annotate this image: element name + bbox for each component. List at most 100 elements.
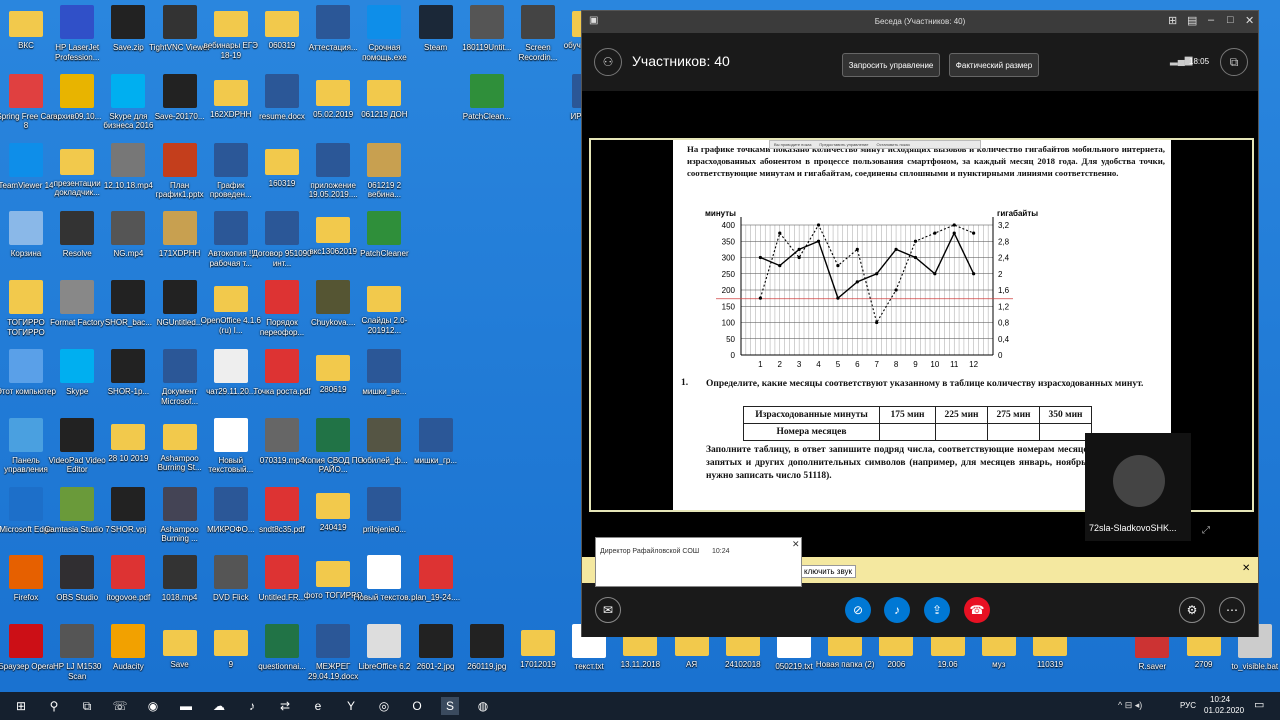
desktop-icon[interactable]: мишки_гр...: [403, 417, 469, 486]
word-icon: [316, 5, 351, 39]
expand-icon[interactable]: ⤢: [1202, 525, 1210, 536]
unmute-button[interactable]: ключить звук: [800, 565, 857, 578]
yandex-icon[interactable]: Y: [342, 697, 360, 715]
maximize-button[interactable]: □: [1227, 14, 1234, 26]
participants-icon[interactable]: ⚇: [594, 48, 622, 76]
opera-icon[interactable]: O: [408, 697, 426, 715]
folder-icon: [111, 423, 146, 450]
word-icon: [316, 624, 351, 659]
actual-size-button[interactable]: Фактический размер: [949, 53, 1039, 77]
x-tick-label: 11: [950, 360, 959, 369]
desktop-icon[interactable]: PatchCleaner: [351, 211, 417, 279]
answer-cell[interactable]: [935, 423, 988, 441]
restore-layout-icon[interactable]: ⊞: [1168, 14, 1177, 27]
folder-icon: [265, 148, 299, 175]
answer-cell[interactable]: [1039, 423, 1092, 441]
y-tick-label: 250: [722, 270, 736, 279]
mic-icon[interactable]: ♪: [243, 697, 261, 715]
close-notice-icon[interactable]: ✕: [1242, 563, 1250, 574]
tray-icons[interactable]: ^ ⊟ ◂): [1118, 700, 1142, 711]
pin-icon[interactable]: ▤: [1187, 14, 1197, 27]
cloud-icon[interactable]: ☁: [210, 697, 228, 715]
device-settings-icon[interactable]: ⚙: [1179, 597, 1205, 623]
meeting-header: ⚇ Участников: 40 Запросить управление Фа…: [582, 33, 1258, 91]
call-controls: ✉ ⊘ ♪ ⇪ ☎ ⚙ ⋯: [582, 583, 1258, 637]
video-icon: [111, 211, 146, 246]
desktop-icon[interactable]: 061219 ДОН: [351, 74, 417, 142]
desktop-icon[interactable]: prilojenie0...: [351, 486, 417, 555]
data-point: [778, 231, 782, 235]
participant-camera-tile[interactable]: 72sla-SladkovoSHK...: [1085, 433, 1191, 541]
obs-icon[interactable]: ◍: [474, 697, 492, 715]
clock-date[interactable]: 01.02.2020: [1204, 706, 1244, 715]
window-title: Беседа (Участников: 40): [874, 17, 966, 26]
x-tick-label: 1: [758, 360, 763, 369]
data-point: [855, 280, 859, 284]
data-point: [875, 272, 879, 276]
hang-up-icon[interactable]: ☎: [964, 597, 990, 623]
teamviewer-icon: [9, 142, 43, 177]
desktop-icon[interactable]: 061219 2 вебина...: [351, 142, 417, 211]
share-screen-icon[interactable]: ⇪: [924, 597, 950, 623]
mic-icon[interactable]: ♪: [884, 597, 910, 623]
word-icon: [265, 211, 299, 246]
task-view-icon[interactable]: ⧉: [78, 697, 96, 715]
data-point: [797, 247, 801, 251]
skype-icon[interactable]: S: [441, 697, 459, 715]
answer-table: Израсходованные минуты 175 мин 225 мин 2…: [743, 406, 1092, 441]
x-tick-label: 5: [836, 360, 841, 369]
patch-icon: [469, 73, 504, 108]
chat-icon[interactable]: ✉: [595, 597, 621, 623]
edge-icon[interactable]: e: [309, 697, 327, 715]
chrome-icon[interactable]: ◎: [375, 697, 393, 715]
vnc-icon: [162, 5, 197, 39]
desktop-icon-label: PatchClean...: [462, 111, 511, 121]
answer-cell[interactable]: [987, 423, 1040, 441]
notifications-icon[interactable]: ▭: [1254, 698, 1264, 711]
steam-icon: [418, 5, 453, 39]
request-control-button[interactable]: Запросить управление: [842, 53, 940, 77]
data-point: [913, 255, 918, 260]
word-icon: [418, 417, 453, 452]
folder-icon[interactable]: ▬: [177, 697, 195, 715]
search-icon[interactable]: ⚲: [45, 697, 63, 715]
teamviewer-icon[interactable]: ⇄: [276, 697, 294, 715]
give-control-dropdown[interactable]: Предоставить управление: [819, 142, 868, 147]
language-indicator[interactable]: РУС: [1180, 701, 1196, 710]
desktop-icon[interactable]: Слайды 2.0-201912...: [351, 280, 417, 348]
pdf-icon: [111, 555, 146, 590]
close-toast-icon[interactable]: ✕: [792, 539, 800, 550]
data-point: [894, 288, 898, 292]
video-icon: [367, 417, 402, 452]
folder-icon: [316, 561, 351, 588]
desktop-icon[interactable]: plan_19-24....: [403, 555, 469, 623]
table-row: Номера месяцев: [743, 423, 1092, 441]
start-icon[interactable]: ⊞: [12, 697, 30, 715]
desktop-icon-label: PatchCleaner: [360, 249, 409, 259]
table-header-cell: 225 мин: [935, 406, 988, 424]
x-tick-label: 2: [778, 360, 783, 369]
x-tick-label: 12: [969, 360, 978, 369]
pdf-icon: [265, 349, 299, 383]
chat-toast-notification[interactable]: Директор Рафайловской СОШ 10:24 ✕: [595, 537, 802, 587]
clock-time[interactable]: 10:24: [1210, 695, 1230, 704]
viber-icon[interactable]: ☏: [111, 697, 129, 715]
table-row: Израсходованные минуты 175 мин 225 мин 2…: [743, 406, 1092, 424]
popout-icon[interactable]: ⧉: [1220, 48, 1248, 76]
minimize-button[interactable]: –: [1208, 14, 1214, 26]
video-icon: [111, 142, 146, 177]
folder-icon: [162, 423, 197, 450]
table-header-cell: 350 мин: [1039, 406, 1092, 424]
close-button[interactable]: ✕: [1245, 14, 1254, 27]
desktop-icon[interactable]: PatchClean...: [454, 73, 520, 142]
browser-icon[interactable]: ◉: [144, 697, 162, 715]
stop-presenting-button[interactable]: Остановить показ: [877, 142, 910, 147]
y-axis-label: минуты: [705, 209, 736, 218]
desktop-icon[interactable]: мишки_ве...: [351, 349, 417, 417]
desktop-icon-label: 061219 ДОН: [361, 109, 408, 119]
camtasia-icon: [60, 486, 95, 521]
more-options-icon[interactable]: ⋯: [1219, 597, 1245, 623]
answer-cell[interactable]: [879, 423, 936, 441]
camera-off-icon[interactable]: ⊘: [845, 597, 871, 623]
ppt-icon: [162, 142, 197, 177]
